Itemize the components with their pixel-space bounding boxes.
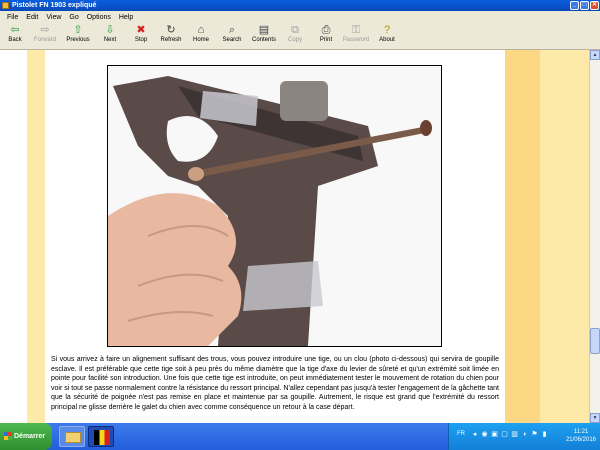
body-paragraph: Si vous arrivez à faire un alignement su… (51, 356, 499, 411)
menu-edit[interactable]: Edit (22, 14, 42, 21)
print-button[interactable]: ⎙ Print (316, 24, 336, 49)
copy-label: Copy (287, 37, 302, 43)
belgian-flag-icon (94, 430, 110, 445)
system-tray: FR ◂ ◉ ▣ ▢ ▥ ◖ ⚑ ▮ 11:21 21/06/2016 (448, 423, 600, 450)
password-button[interactable]: ⚿ Password (341, 24, 371, 49)
up-arrow-icon: ⇧ (73, 24, 83, 36)
search-button[interactable]: ⌕ Search (220, 24, 244, 49)
left-decorative-band (27, 50, 45, 423)
tray-flag-icon[interactable]: ⚑ (531, 431, 538, 439)
taskbar-explorer-button[interactable] (59, 426, 85, 447)
windows-logo-icon (4, 432, 12, 440)
forward-label: Forward (33, 37, 56, 43)
contents-label: Contents (251, 37, 276, 43)
refresh-label: Refresh (160, 37, 182, 43)
taskbar-help-app-button[interactable] (88, 426, 114, 447)
tray-app-icon[interactable]: ▣ (491, 431, 498, 439)
folder-icon (65, 432, 81, 443)
scroll-down-button[interactable]: ▼ (590, 413, 600, 423)
scroll-thumb[interactable] (590, 328, 600, 354)
refresh-button[interactable]: ↻ Refresh (157, 24, 185, 49)
menu-file[interactable]: File (3, 14, 22, 21)
search-icon: ⌕ (228, 24, 236, 36)
tray-security-icon[interactable]: ◉ (481, 431, 488, 439)
clock[interactable]: 11:21 21/06/2016 (566, 428, 596, 444)
stop-button[interactable]: ✖ Stop (130, 24, 152, 49)
key-icon: ⚿ (351, 24, 361, 36)
print-label: Print (319, 37, 333, 43)
clock-time: 11:21 (573, 429, 589, 435)
forward-arrow-icon: ⇨ (40, 24, 50, 36)
tray-volume-icon[interactable]: ◖ (521, 431, 528, 439)
home-button[interactable]: ⌂ Home (190, 24, 212, 49)
start-label: Démarrer (14, 433, 46, 440)
menu-view[interactable]: View (42, 14, 65, 21)
back-label: Back (8, 37, 22, 43)
back-arrow-icon: ⇦ (10, 24, 20, 36)
toolbar: ⇦ Back ⇨ Forward ⇧ Previous ⇩ Next ✖ Stop ↻ Refresh… (0, 23, 600, 50)
tray-power-icon[interactable]: ▮ (541, 431, 548, 439)
about-button[interactable]: ? About (376, 24, 398, 49)
vertical-scrollbar[interactable]: ▲ ▼ (589, 50, 600, 423)
previous-button[interactable]: ⇧ Previous (62, 24, 94, 49)
help-content-pane: Si vous arrivez à faire un alignement su… (0, 50, 589, 423)
search-label: Search (222, 37, 242, 43)
clock-date: 21/06/2016 (565, 437, 596, 443)
stop-icon: ✖ (136, 24, 146, 36)
right-decorative-band-light (540, 50, 589, 423)
copy-button[interactable]: ⧉ Copy (284, 24, 306, 49)
print-icon: ⎙ (321, 24, 331, 36)
scroll-up-button[interactable]: ▲ (590, 50, 600, 60)
refresh-icon: ↻ (166, 24, 176, 36)
home-icon: ⌂ (197, 24, 205, 36)
password-label: Password (342, 37, 370, 43)
pistol-photo (107, 65, 442, 347)
copy-icon: ⧉ (291, 24, 299, 36)
about-icon: ? (383, 24, 391, 36)
close-button[interactable]: ✕ (590, 1, 599, 10)
home-label: Home (192, 37, 209, 43)
previous-label: Previous (66, 37, 90, 43)
back-button[interactable]: ⇦ Back (4, 24, 26, 49)
menu-options[interactable]: Options (83, 14, 115, 21)
maximize-button[interactable]: □ (580, 1, 589, 10)
tray-display-icon[interactable]: ▢ (501, 431, 508, 439)
taskbar: Démarrer FR ◂ ◉ ▣ ▢ ▥ ◖ ⚑ ▮ 11:21 21/06/… (0, 423, 600, 450)
language-indicator[interactable]: FR (457, 431, 465, 437)
contents-button[interactable]: ▤ Contents (249, 24, 279, 49)
minimize-button[interactable]: _ (570, 1, 579, 10)
pistol-photo-illustration (108, 66, 441, 346)
tray-network-icon[interactable]: ▥ (511, 431, 518, 439)
right-decorative-band-dark (505, 50, 540, 423)
window-title: Pistolet FN 1903 expliqué (12, 2, 97, 9)
about-label: About (379, 37, 395, 43)
menu-bar: File Edit View Go Options Help (0, 11, 600, 23)
tray-arrow-icon[interactable]: ◂ (471, 431, 478, 439)
window-titlebar[interactable]: Pistolet FN 1903 expliqué _ □ ✕ (0, 0, 600, 11)
menu-go[interactable]: Go (65, 14, 82, 21)
stop-label: Stop (134, 37, 148, 43)
menu-help[interactable]: Help (115, 14, 137, 21)
next-button[interactable]: ⇩ Next (98, 24, 122, 49)
app-icon (2, 2, 9, 9)
contents-icon: ▤ (258, 24, 270, 36)
down-arrow-icon: ⇩ (105, 24, 115, 36)
start-button[interactable]: Démarrer (0, 423, 52, 450)
next-label: Next (103, 37, 117, 43)
forward-button[interactable]: ⇨ Forward (31, 24, 59, 49)
